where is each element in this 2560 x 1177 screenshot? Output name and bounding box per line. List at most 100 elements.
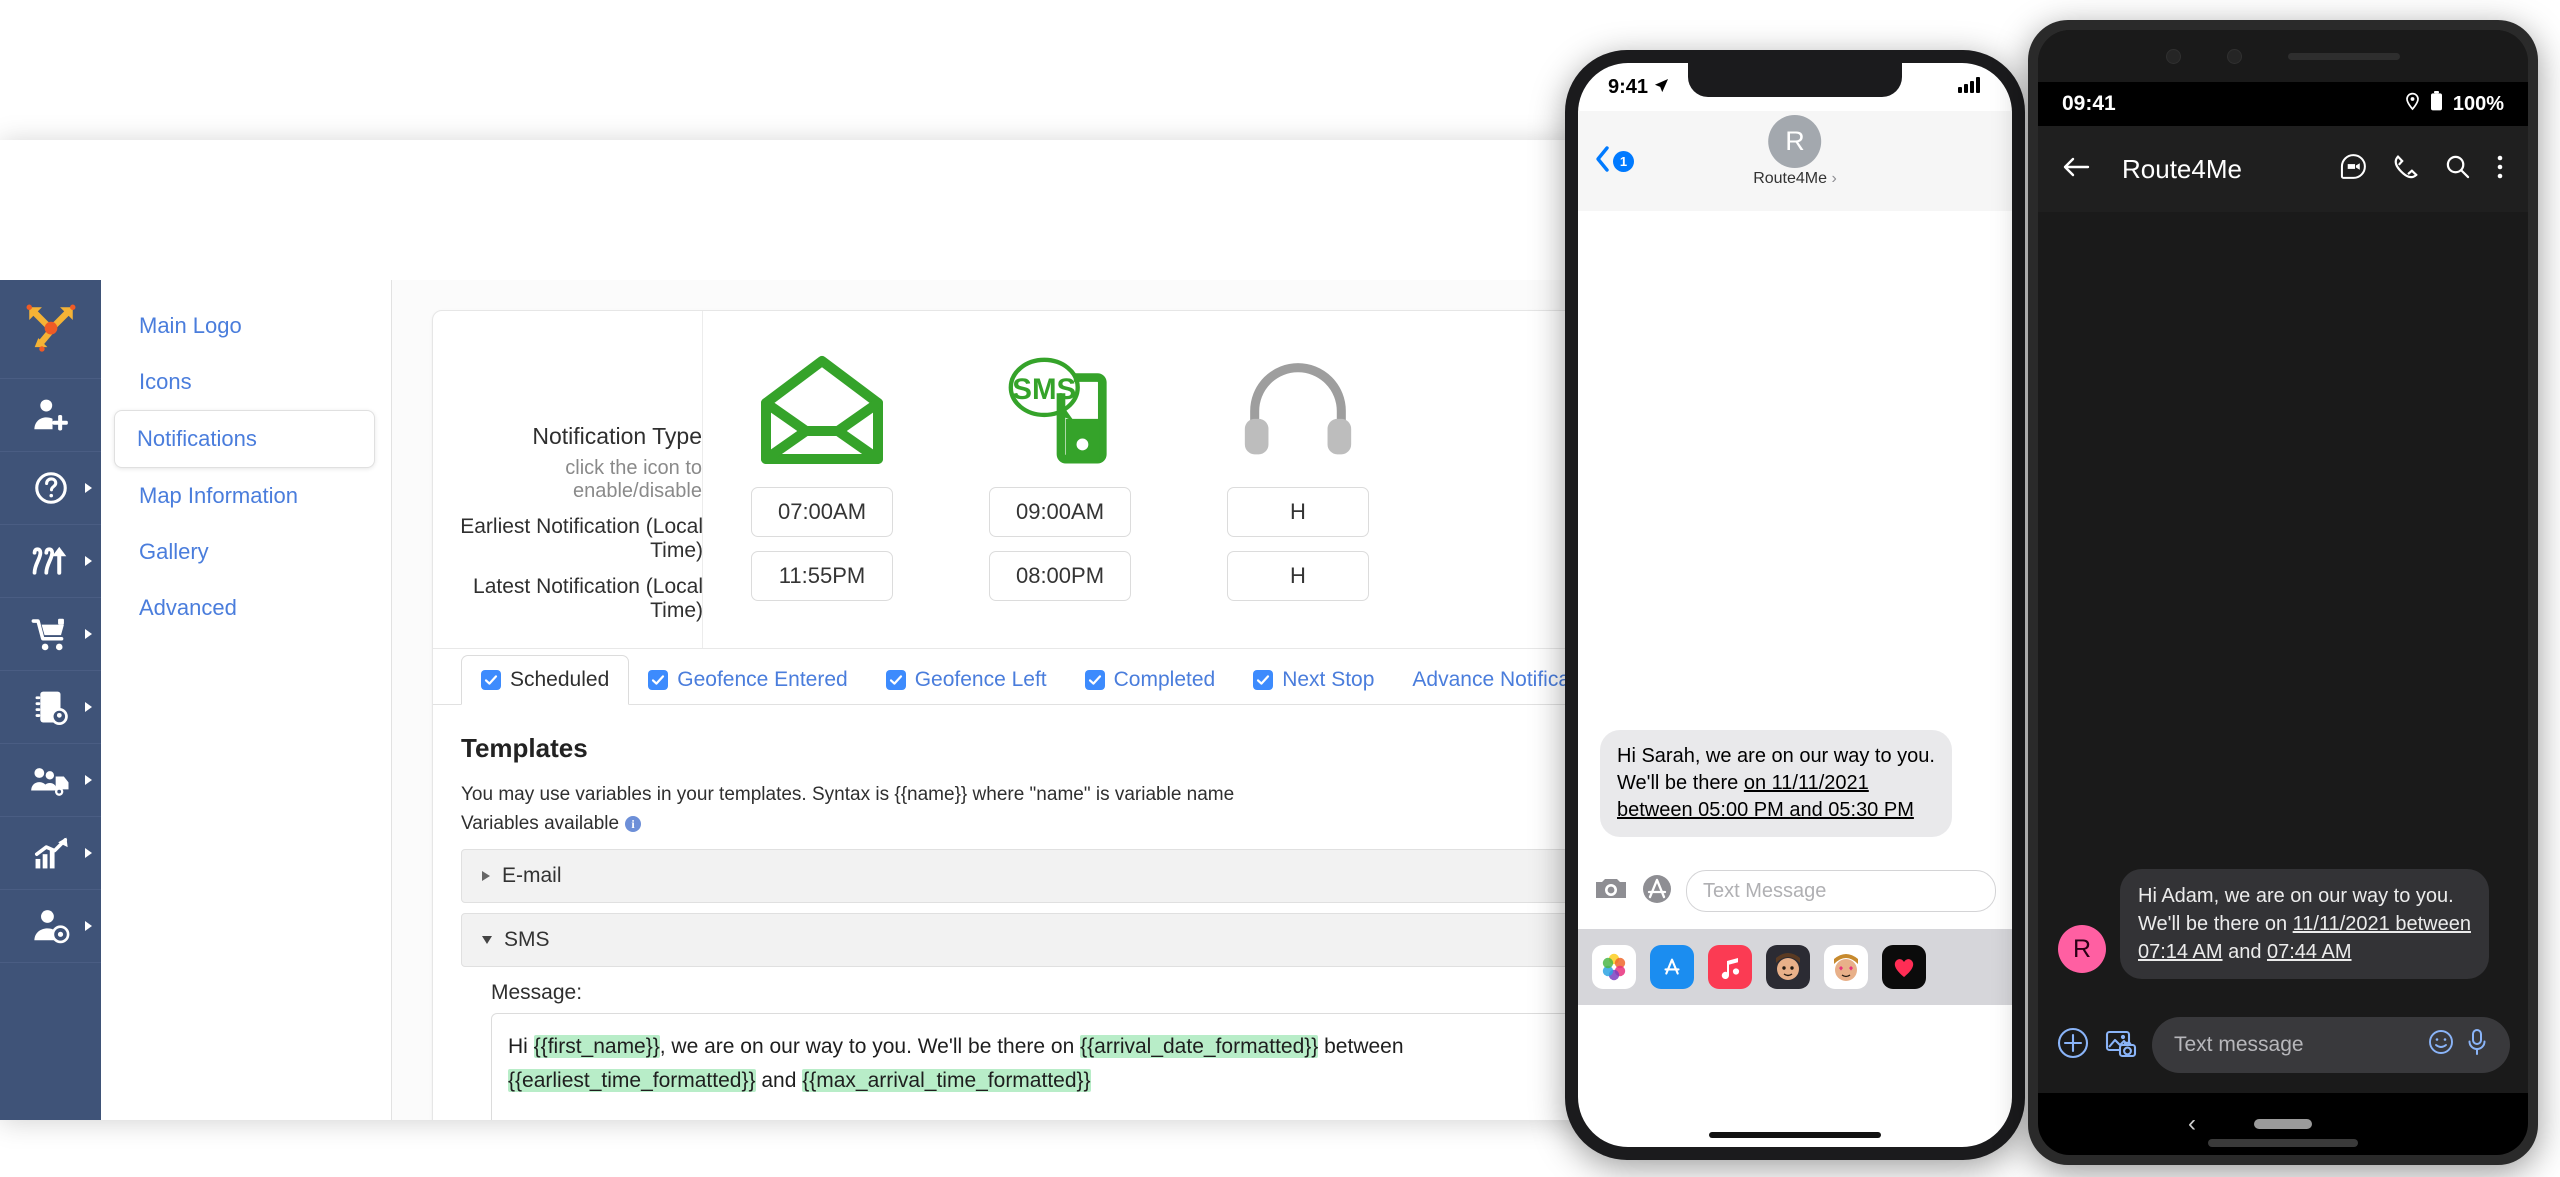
earliest-notification-label: Earliest Notification (Local Time) [460,515,703,562]
voice-latest-time[interactable]: H [1227,551,1369,601]
video-call-icon[interactable] [2340,153,2367,185]
variables-available-label: Variables available [461,813,620,834]
checkbox-checked-icon[interactable] [1253,670,1274,690]
templates-note: You may use variables in your templates.… [461,784,1235,805]
tab-geofence-left[interactable]: Geofence Left [867,656,1066,704]
checkbox-checked-icon[interactable] [1084,670,1105,690]
emoji-smile-icon[interactable] [2428,1029,2454,1061]
sidebar-item-map-information[interactable]: Map Information [117,468,375,524]
open-envelope-icon [758,355,886,472]
sidebar-item-icons[interactable]: Icons [117,354,375,410]
ios-message-bubble: Hi Sarah, we are on our way to you. We'l… [1600,730,1952,837]
address-book-icon [32,688,70,726]
android-home-pill[interactable] [2254,1119,2312,1129]
routes-icon [31,542,71,580]
icon-rail [0,280,101,1120]
sms-toggle[interactable]: SMS [941,339,1179,487]
accordion-label: E-mail [502,864,562,887]
ios-text-message-input[interactable]: Text Message [1686,870,1996,912]
sms-earliest-time[interactable]: 09:00AM [989,487,1131,537]
contact-name-text: Route4Me [1753,170,1828,187]
arrow-left-icon[interactable] [2062,155,2090,184]
tab-scheduled[interactable]: Scheduled [461,655,630,705]
phone-icon[interactable] [2393,154,2419,185]
camera-icon[interactable] [1594,872,1628,911]
variables-available-row: Variables available i [461,813,1585,835]
avatar: R [2058,925,2106,973]
ios-back-button[interactable]: 1 [1594,145,1634,178]
message-textarea[interactable]: Hi {{first_name}}, we are on our way to … [491,1013,1585,1120]
android-text-message-input[interactable]: Text message [2152,1017,2510,1073]
notification-channel-email: 07:00AM 11:55PM [703,311,941,615]
sidebar-item-routes[interactable] [0,525,101,598]
message-line-2-plain: We'll be there [1617,772,1744,794]
notifications-panel: Notification Type click the icon to enab… [432,310,1610,1120]
tab-completed[interactable]: Completed [1066,656,1235,704]
email-latest-time[interactable]: 11:55PM [751,551,893,601]
sidebar-item-address-book[interactable] [0,671,101,744]
memoji-icon[interactable] [1766,945,1810,989]
ios-input-placeholder: Text Message [1703,879,1827,902]
search-icon[interactable] [2445,154,2470,184]
sidebar-item-logo[interactable] [0,280,101,379]
chevron-right-icon [482,871,490,881]
android-app-bar: Route4Me [2038,126,2528,212]
sidebar-item-main-logo[interactable]: Main Logo [117,298,375,354]
sms-latest-time[interactable]: 08:00PM [989,551,1131,601]
tab-next-stop[interactable]: Next Stop [1234,656,1393,704]
digital-touch-icon[interactable] [1882,945,1926,989]
info-icon[interactable]: i [625,816,642,832]
microphone-icon[interactable] [2466,1028,2488,1062]
sidebar-item-notifications[interactable]: Notifications [114,410,375,468]
chevron-right-icon [85,921,92,931]
checkbox-checked-icon[interactable] [481,670,501,690]
sidebar-item-advanced[interactable]: Advanced [117,580,375,636]
android-message-row: R Hi Adam, we are on our way to you. We'… [2058,869,2508,979]
sidebar-item-gallery[interactable]: Gallery [117,524,375,580]
voice-earliest-time[interactable]: H [1227,487,1369,537]
more-vertical-icon[interactable] [2496,154,2504,185]
accordion-email[interactable]: E-mail [461,849,1585,903]
tab-geofence-entered[interactable]: Geofence Entered [629,656,866,704]
sidebar-item-help[interactable] [0,452,101,525]
settings-content: Notification Type click the icon to enab… [392,280,1610,1120]
sidebar-item-orders[interactable] [0,598,101,671]
chart-growth-icon [32,834,70,872]
sidebar-item-account[interactable] [0,890,101,963]
plus-circle-icon[interactable] [2056,1026,2090,1065]
sidebar-item-label: Main Logo [139,313,242,338]
latest-notification-label: Latest Notification (Local Time) [473,575,703,622]
app-store-icon[interactable] [1650,945,1694,989]
photos-icon[interactable] [1592,945,1636,989]
android-bottom-speaker [2208,1139,2358,1147]
variable-token: {{earliest_time_formatted}} [508,1068,756,1092]
sidebar-item-add-user[interactable] [0,379,101,452]
memoji-hearts-icon[interactable] [1824,945,1868,989]
ios-contact-block[interactable]: R Route4Me › [1753,115,1837,188]
message-line-3-plain: and [2222,941,2267,963]
checkbox-checked-icon[interactable] [648,670,669,690]
android-back-chevron[interactable]: ‹ [2188,1110,2196,1138]
checkbox-checked-icon[interactable] [885,670,906,690]
message-line-2-underlined: 11/11/2021 between [2292,913,2471,935]
chevron-right-icon [85,848,92,858]
page-header-strip [0,140,1610,283]
accordion-sms[interactable]: SMS [461,913,1585,967]
sidebar-item-team[interactable] [0,744,101,817]
message-part: , we are on our way to you. We'll be the… [659,1035,1081,1058]
notification-type-labels: Notification Type click the icon to enab… [433,311,703,648]
email-earliest-time[interactable]: 07:00AM [751,487,893,537]
battery-percentage: 100% [2452,92,2504,115]
app-store-icon[interactable] [1641,873,1673,910]
message-part: Hi [508,1035,534,1058]
chevron-right-icon [85,775,92,785]
battery-icon [2430,91,2443,117]
voice-toggle[interactable] [1179,339,1417,487]
sidebar-item-label: Gallery [139,539,209,564]
music-icon[interactable] [1708,945,1752,989]
message-part: and [755,1068,803,1092]
android-status-bar: 09:41 100% [2038,82,2528,126]
gallery-camera-icon[interactable] [2104,1026,2138,1065]
email-toggle[interactable] [703,339,941,487]
sidebar-item-analytics[interactable] [0,817,101,890]
